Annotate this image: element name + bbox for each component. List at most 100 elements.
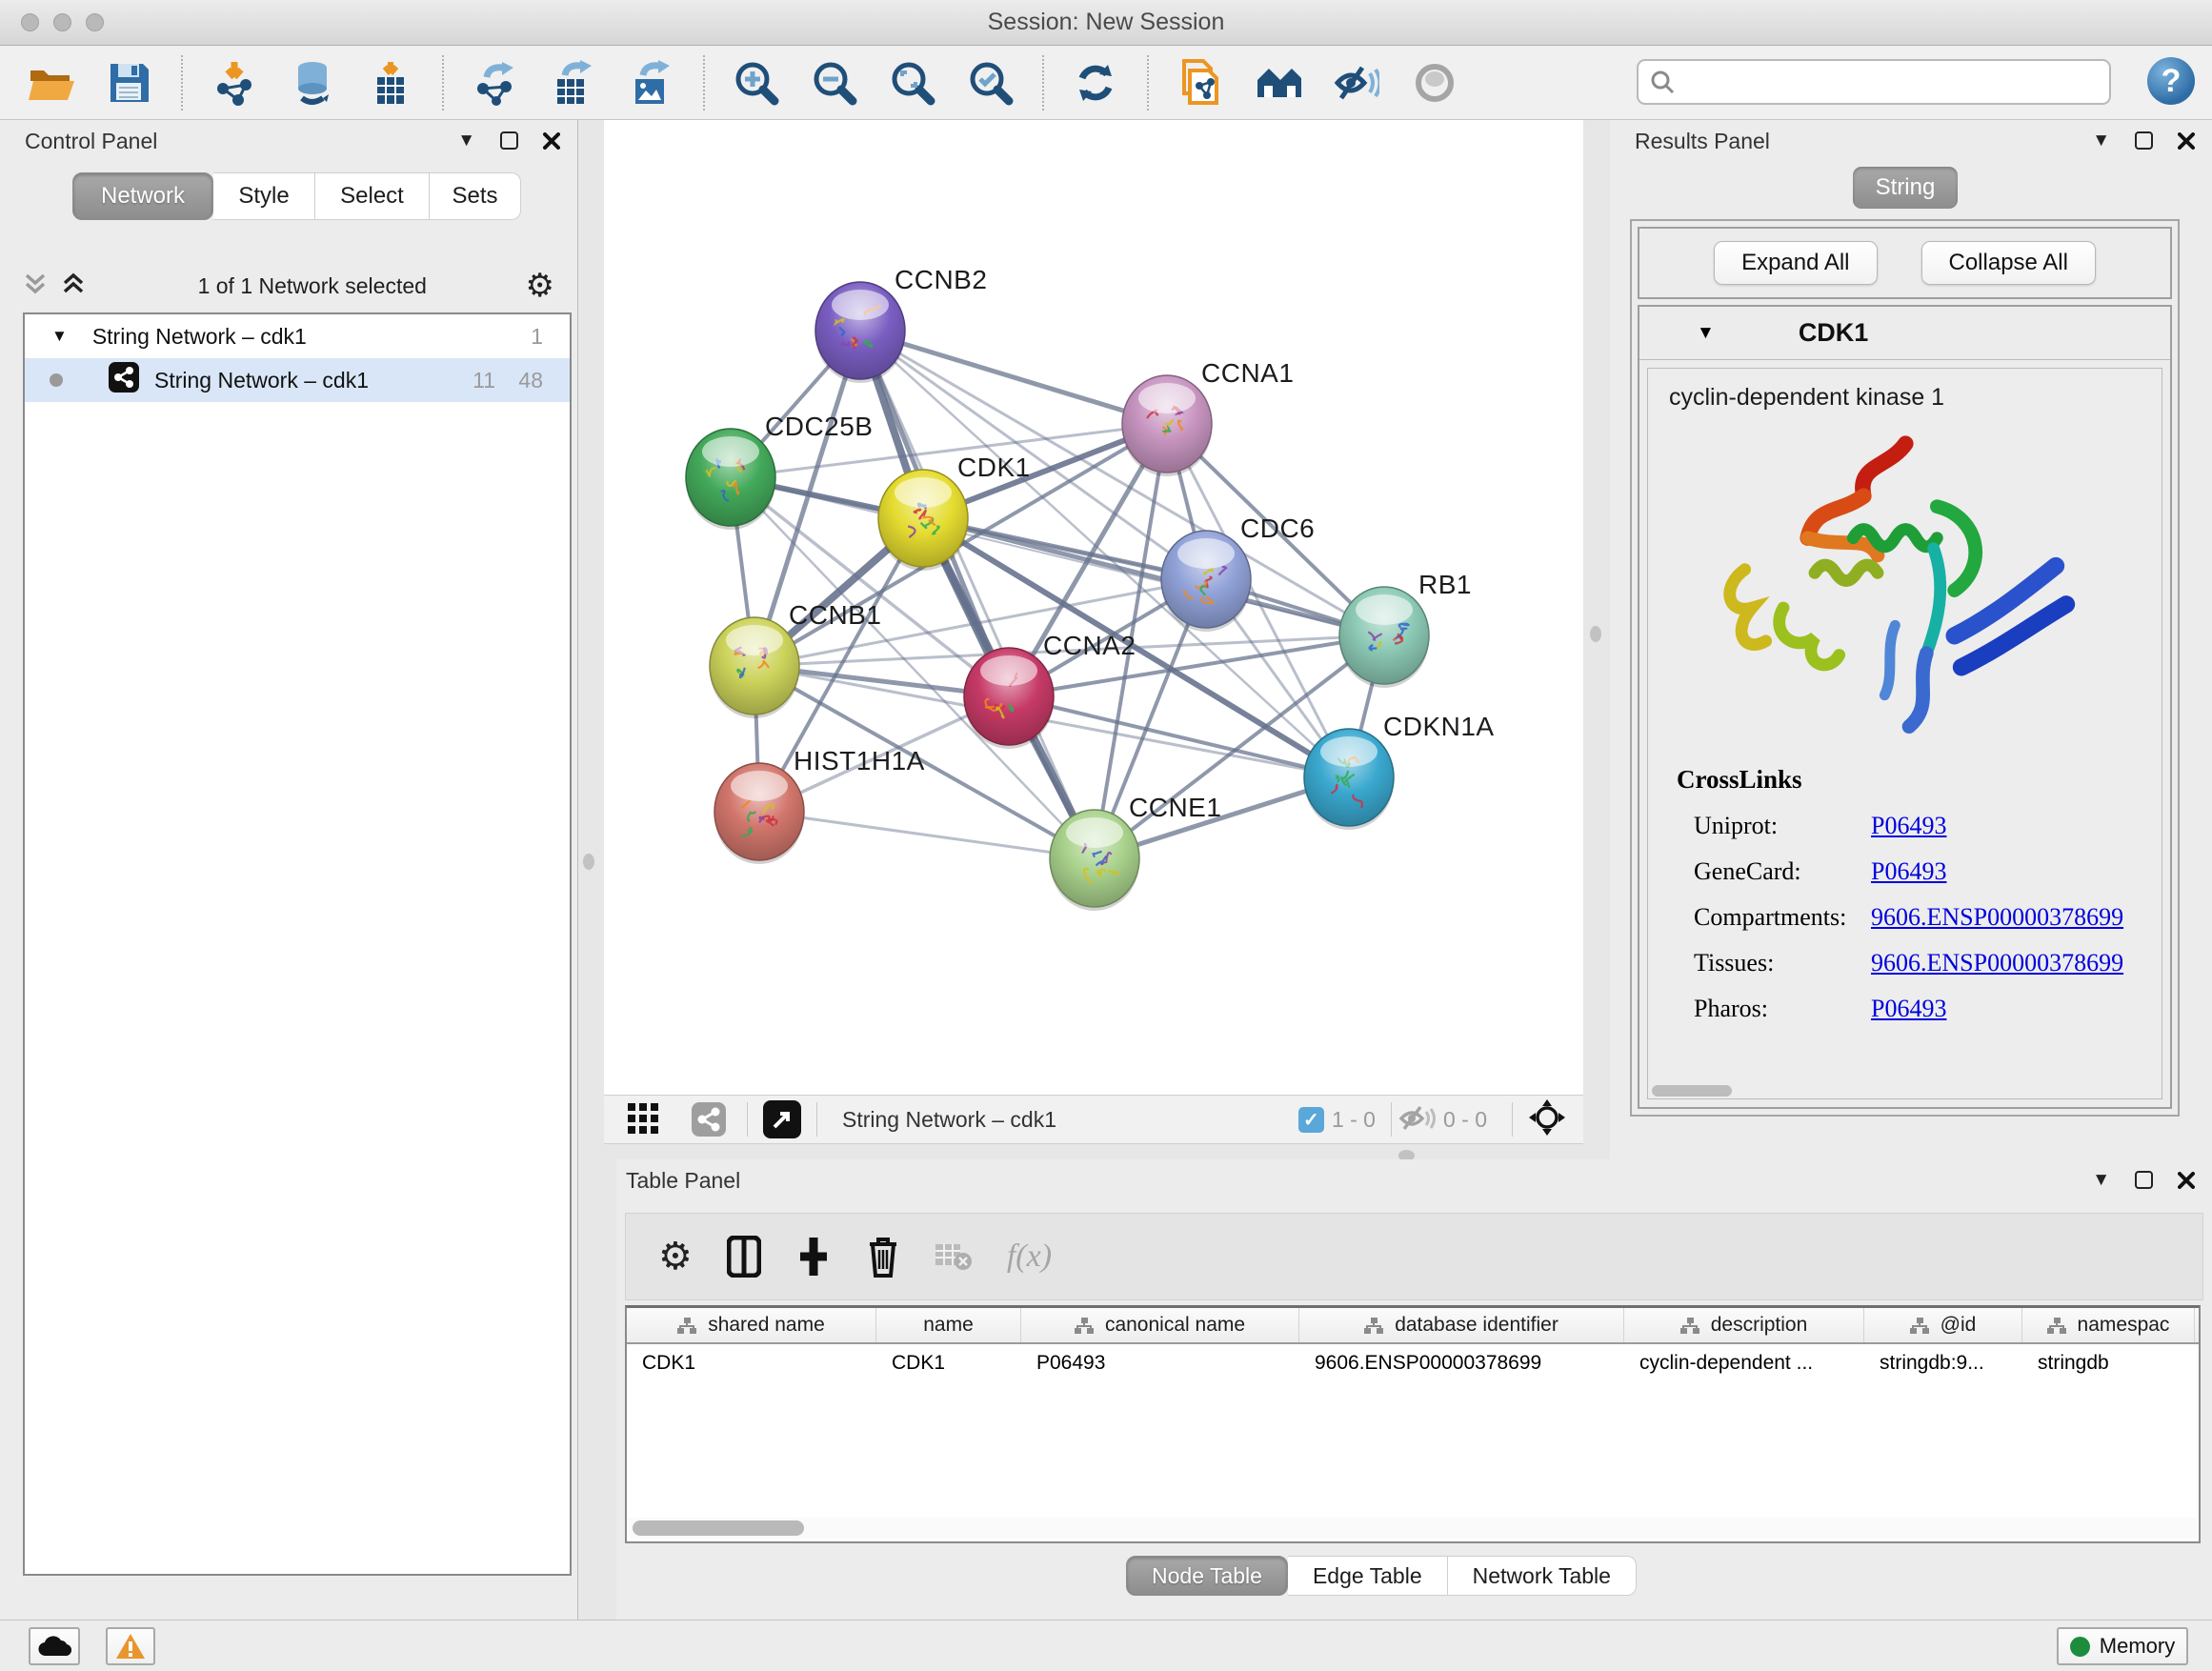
network-canvas[interactable]: CCNB2CCNA1CDC25BCDK1CDC6RB1CCNB1CCNA2HIS…: [604, 120, 1583, 1095]
table-tabs: Node Table Edge Table Network Table: [1126, 1556, 1637, 1596]
warning-button[interactable]: [106, 1627, 155, 1665]
table-gear-icon[interactable]: ⚙: [658, 1238, 693, 1276]
crosslink-link[interactable]: P06493: [1871, 812, 1946, 840]
crosslink-link[interactable]: 9606.ENSP00000378699: [1871, 949, 2123, 977]
float-panel-icon[interactable]: [2135, 131, 2153, 150]
crosshair-icon[interactable]: [1528, 1098, 1566, 1141]
tab-network-table[interactable]: Network Table: [1448, 1556, 1637, 1596]
selected-checkbox-icon[interactable]: ✓: [1298, 1107, 1324, 1133]
edge-count: 48: [518, 368, 543, 393]
search-input[interactable]: [1684, 70, 2109, 94]
tab-sets[interactable]: Sets: [430, 172, 521, 220]
left-splitter-handle[interactable]: [583, 854, 594, 870]
table-hscrollbar[interactable]: [629, 1518, 2197, 1539]
tree-twisty-icon[interactable]: ▼: [51, 327, 68, 346]
close-panel-icon[interactable]: [2178, 1172, 2195, 1189]
refresh-icon[interactable]: [1073, 60, 1118, 106]
svg-text:CDC6: CDC6: [1240, 513, 1315, 543]
tab-network[interactable]: Network: [72, 172, 213, 220]
collapse-all-networks-icon[interactable]: [23, 272, 48, 300]
column-header[interactable]: name: [876, 1308, 1021, 1342]
function-builder-icon: f(x): [1007, 1238, 1052, 1275]
expand-all-button[interactable]: Expand All: [1714, 241, 1877, 285]
close-panel-icon[interactable]: [543, 132, 560, 150]
app-window: Session: New Session: [0, 0, 2212, 1671]
clone-network-icon[interactable]: [1177, 60, 1223, 106]
crosslink-link[interactable]: 9606.ENSP00000378699: [1871, 903, 2123, 932]
import-database-icon[interactable]: [290, 60, 335, 106]
export-network-icon[interactable]: [473, 60, 518, 106]
table-hscroll-thumb[interactable]: [633, 1520, 804, 1536]
table-header-row: shared name name canonical name database…: [627, 1308, 2199, 1344]
cloud-button[interactable]: [29, 1627, 80, 1665]
float-panel-icon[interactable]: [2135, 1171, 2153, 1189]
table-row[interactable]: CDK1 CDK1 P06493 9606.ENSP00000378699 cy…: [627, 1344, 2199, 1384]
cloud-icon: [37, 1635, 71, 1658]
crosslink-link[interactable]: P06493: [1871, 995, 1946, 1023]
column-header[interactable]: shared name: [627, 1308, 876, 1342]
column-header[interactable]: @id: [1864, 1308, 2022, 1342]
search-box[interactable]: [1637, 59, 2111, 105]
close-panel-icon[interactable]: [2178, 132, 2195, 150]
results-hscroll-thumb[interactable]: [1652, 1085, 1732, 1097]
delete-column-icon[interactable]: [866, 1235, 900, 1278]
selected-count: 1 - 0: [1332, 1107, 1376, 1133]
memory-label: Memory: [2100, 1634, 2175, 1659]
expand-all-networks-icon[interactable]: [61, 272, 86, 300]
share-view-icon[interactable]: [686, 1097, 732, 1142]
network-graph[interactable]: CCNB2CCNA1CDC25BCDK1CDC6RB1CCNB1CCNA2HIS…: [604, 120, 1583, 1095]
show-all-icon[interactable]: [1412, 60, 1458, 106]
crosslink-label: Tissues:: [1694, 949, 1871, 977]
collapse-panel-icon[interactable]: ▼: [2092, 1171, 2110, 1189]
tab-style[interactable]: Style: [213, 172, 315, 220]
crosslink-link[interactable]: P06493: [1871, 857, 1946, 886]
save-session-icon[interactable]: [107, 60, 152, 106]
tab-edge-table[interactable]: Edge Table: [1288, 1556, 1448, 1596]
right-splitter-handle[interactable]: [1590, 626, 1601, 642]
zoom-selected-icon[interactable]: [968, 60, 1014, 106]
hide-selected-icon[interactable]: [1334, 60, 1379, 106]
birdseye-homes-icon[interactable]: [1256, 60, 1301, 106]
hidden-count: 0 - 0: [1443, 1107, 1487, 1133]
network-row-selected[interactable]: String Network – cdk1 11 48: [25, 358, 570, 402]
column-header[interactable]: namespac: [2022, 1308, 2195, 1342]
results-panel-title: Results Panel: [1635, 129, 1770, 154]
results-panel: Results Panel ▼ String Expand All Collap…: [1610, 120, 2212, 1159]
memory-button[interactable]: Memory: [2057, 1627, 2188, 1665]
protein-twisty-icon[interactable]: ▼: [1697, 323, 1715, 344]
detach-view-icon[interactable]: [763, 1100, 801, 1138]
help-icon[interactable]: ?: [2147, 57, 2195, 105]
import-network-icon[interactable]: [211, 60, 257, 106]
float-panel-icon[interactable]: [500, 131, 518, 150]
collapse-panel-icon[interactable]: ▼: [2092, 131, 2110, 150]
tab-node-table[interactable]: Node Table: [1126, 1556, 1288, 1596]
column-header[interactable]: description: [1624, 1308, 1864, 1342]
tab-select[interactable]: Select: [315, 172, 430, 220]
export-table-icon[interactable]: [551, 60, 596, 106]
svg-text:CCNB1: CCNB1: [789, 600, 881, 630]
svg-text:HIST1H1A: HIST1H1A: [794, 746, 925, 775]
zoom-in-icon[interactable]: [734, 60, 779, 106]
network-collection-row[interactable]: ▼ String Network – cdk1 1: [25, 314, 570, 358]
zoom-out-icon[interactable]: [812, 60, 857, 106]
protein-structure-image: [1699, 430, 2119, 744]
network-view-title: String Network – cdk1: [842, 1107, 1298, 1133]
search-icon: [1650, 70, 1675, 94]
add-column-icon[interactable]: [795, 1236, 832, 1278]
zoom-fit-icon[interactable]: [890, 60, 935, 106]
gear-icon[interactable]: ⚙: [526, 270, 554, 302]
string-app-icon: [109, 362, 139, 398]
open-session-icon[interactable]: [29, 60, 74, 106]
collapse-all-button[interactable]: Collapse All: [1921, 241, 2096, 285]
export-image-icon[interactable]: [629, 60, 674, 106]
svg-text:CCNA2: CCNA2: [1043, 631, 1136, 660]
collapse-panel-icon[interactable]: ▼: [457, 131, 475, 150]
column-header[interactable]: canonical name: [1021, 1308, 1299, 1342]
show-columns-icon[interactable]: [727, 1236, 761, 1278]
grid-view-icon[interactable]: [621, 1097, 667, 1142]
svg-text:CDKN1A: CDKN1A: [1383, 712, 1495, 741]
import-table-icon[interactable]: [368, 60, 413, 106]
tab-string-results[interactable]: String: [1853, 167, 1958, 209]
column-header[interactable]: database identifier: [1299, 1308, 1624, 1342]
table-toolbar: ⚙ f(x): [625, 1213, 2203, 1300]
